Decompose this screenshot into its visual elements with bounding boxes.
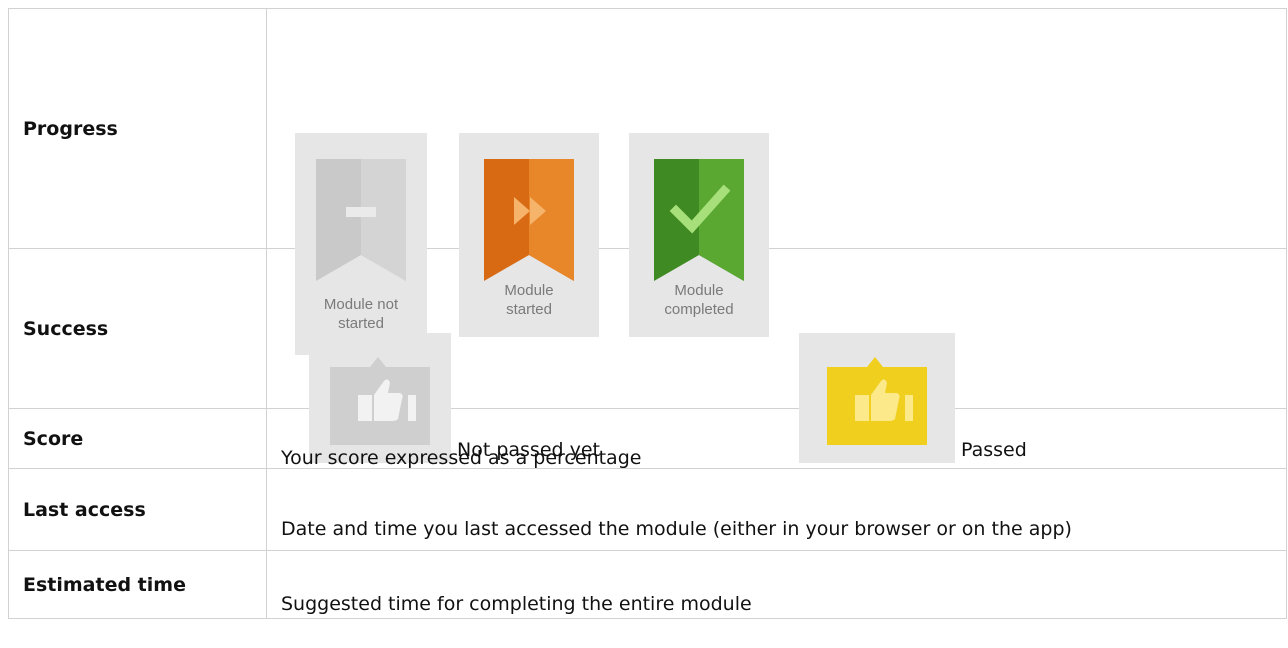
module-started-badge: Module started (459, 132, 599, 337)
bookmark-check-icon (654, 158, 744, 281)
module-started-label-2: started (506, 300, 552, 318)
last-access-row: Last access Date and time you last acces… (8, 468, 1287, 551)
progress-row: Progress Module not started Module start… (8, 8, 1287, 355)
module-completed-badge: Module completed (629, 132, 769, 337)
score-row: Score Your score expressed as a percenta… (8, 408, 1287, 469)
thumbs-up-gray-icon (330, 356, 430, 445)
not-passed-badge (309, 332, 451, 463)
status-legend-table: Progress Module not started Module start… (8, 8, 1287, 619)
bookmark-fast-forward-icon (484, 158, 574, 281)
estimated-time-description: Suggested time for completing the entire… (281, 592, 752, 615)
estimated-time-row: Estimated time Suggested time for comple… (8, 550, 1287, 619)
bookmark-minus-icon (316, 158, 406, 281)
module-not-started-label-2: started (338, 314, 384, 332)
success-term: Success (8, 248, 267, 409)
score-description: Your score expressed as a percentage (281, 446, 642, 469)
passed-badge (799, 332, 955, 463)
module-not-started-badge: Module not started (295, 132, 427, 355)
module-completed-label-1: Module (674, 281, 724, 299)
module-completed-label-2: completed (664, 300, 734, 318)
last-access-description: Date and time you last accessed the modu… (281, 517, 1072, 540)
thumbs-up-yellow-icon (827, 356, 927, 445)
module-not-started-label-1: Module not (323, 295, 399, 313)
estimated-time-term: Estimated time (8, 550, 267, 619)
last-access-term: Last access (8, 468, 267, 551)
module-started-label-1: Module (504, 281, 554, 299)
progress-term: Progress (8, 8, 267, 249)
score-term: Score (8, 408, 267, 469)
